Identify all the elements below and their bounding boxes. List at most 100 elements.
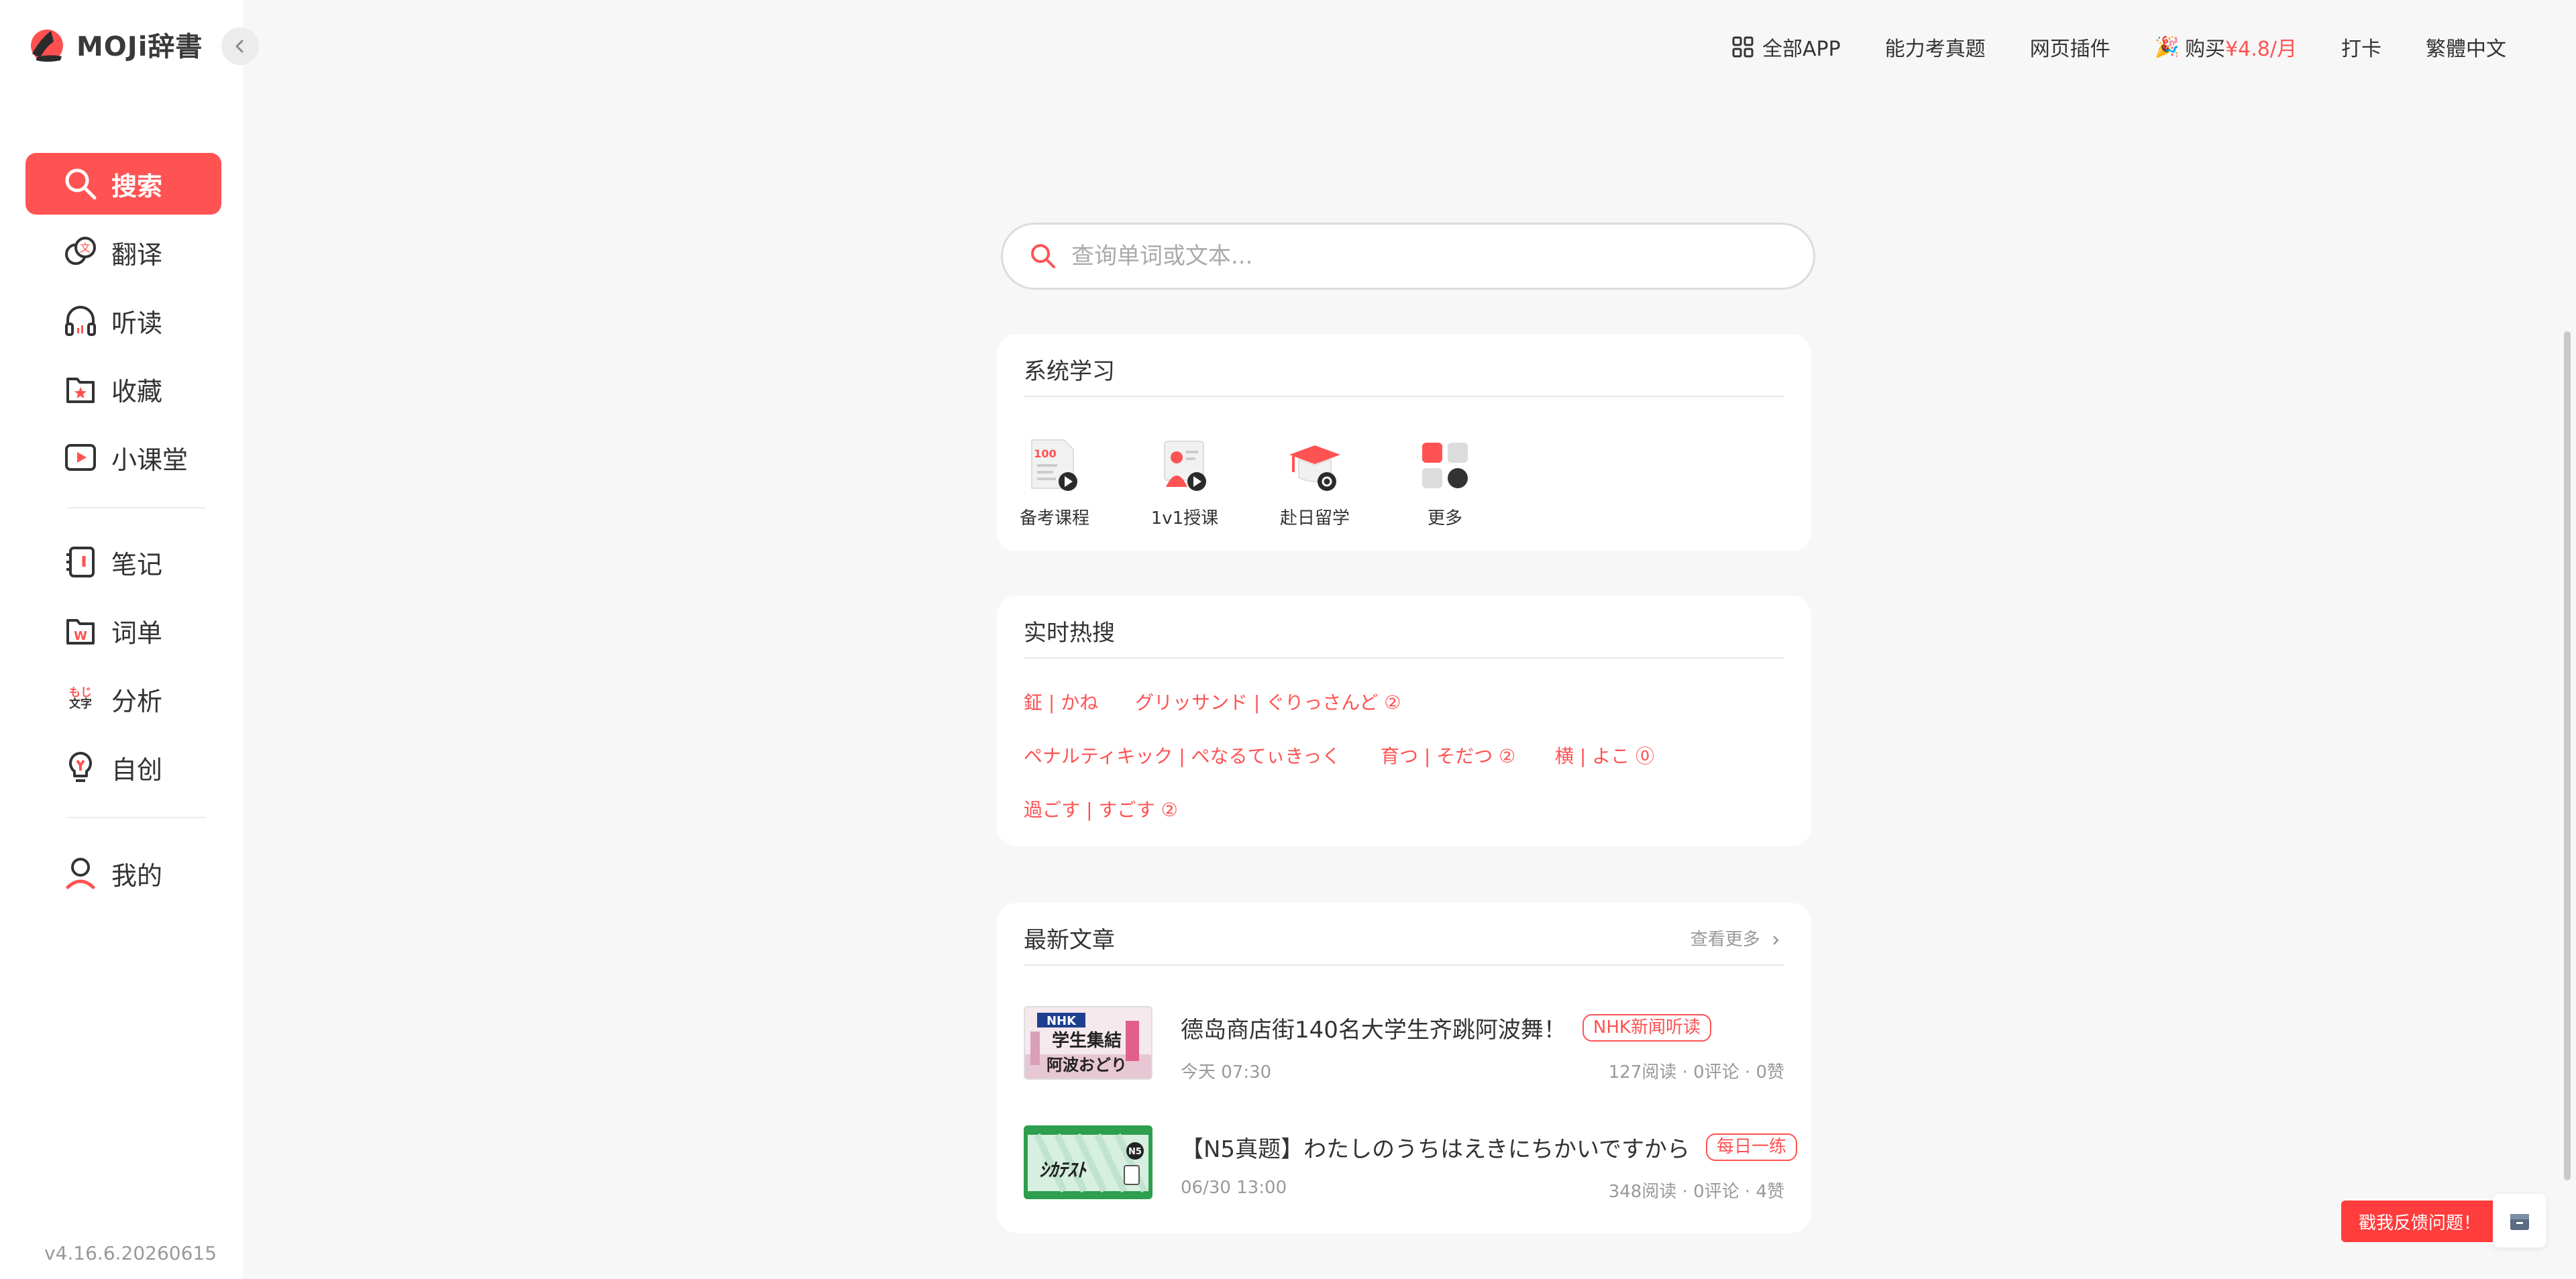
article-time: 06/30 13:00 [1181,1178,1287,1198]
hot-search-card: 实时热搜 鉦 | かね グリッサンド | ぐりっさんど ② ペナルティキック |… [997,596,1811,846]
language-label: 繁體中文 [2426,38,2506,61]
system-study-title: 系统学习 [1024,358,1115,385]
buy-link[interactable]: 🎉 购买 ¥4.8/月 [2155,32,2297,62]
chevron-left-icon [235,40,244,53]
sidebar-item-label: 小课堂 [111,445,189,475]
card-divider [1024,396,1784,397]
search-bar[interactable] [1001,223,1815,290]
article-tag[interactable]: NHK新闻听读 [1582,1014,1711,1042]
hot-search-word[interactable]: 鉦 | かね [1024,688,1098,715]
study-item-tutoring[interactable]: 1v1授课 [1144,433,1225,529]
moji-analysis-icon: もじ 文字 [60,679,101,719]
study-item-study-abroad[interactable]: 赴日留学 [1275,433,1355,529]
exam-link[interactable]: 能力考真题 [1885,32,1986,62]
study-item-exam-course[interactable]: 100 备考课程 [1014,433,1095,529]
article-item[interactable]: NHK 学生集結 阿波おどり 德岛商店街140名大学生齐跳阿波舞！ NHK新闻听… [1024,1006,1784,1082]
course-icon-number: 100 [1034,447,1056,460]
app-logo[interactable]: MOJi辞書 [27,24,203,64]
plugin-link[interactable]: 网页插件 [2030,32,2110,62]
hot-search-word[interactable]: 横 | よこ ⓪ [1555,742,1654,769]
grid-icon [1732,36,1754,58]
party-popper-icon: 🎉 [2154,35,2180,59]
thumb-level-badge: N5 [1128,1147,1142,1157]
study-item-label: 1v1授课 [1150,508,1219,529]
study-abroad-icon [1289,445,1340,491]
sidebar-item-label: 搜索 [111,171,163,201]
checkin-link[interactable]: 打卡 [2341,32,2381,62]
collapse-sidebar-button[interactable] [221,27,259,65]
system-study-card: 系统学习 100 备考课程 1v1授课 赴日留学 更多 [997,334,1811,551]
card-divider [1024,657,1784,659]
article-title: 【N5真题】わたしのうちはえきにちかいですから 每日一练 [1181,1131,1798,1164]
article-time: 今天 07:30 [1181,1062,1272,1082]
svg-text:W: W [74,629,87,643]
article-item[interactable]: ｼｶﾃｽﾄ N5 【N5真题】わたしのうちはえきにちかいですから 每日一练 06… [1024,1125,1798,1202]
sidebar-item-search[interactable]: 搜索 [25,153,221,215]
article-thumbnail: NHK 学生集結 阿波おどり [1024,1006,1152,1080]
thumb-brand-text: NHK [1046,1014,1077,1028]
sidebar-divider [67,507,205,508]
hot-search-word[interactable]: ペナルティキック | ぺなるてぃきっく [1024,742,1340,769]
sidebar-item-label: 笔记 [111,549,163,579]
sidebar-item-notes[interactable]: 笔记 [25,531,221,593]
search-input[interactable] [1071,243,1742,270]
sidebar: MOJi辞書 搜索 文 翻译 听读 收藏 小课堂 笔记 W 词单 もじ 文字 分… [0,0,243,1279]
all-apps-label: 全部APP [1762,38,1841,61]
sidebar-item-favorites[interactable]: 收藏 [25,358,221,420]
search-icon [60,164,101,204]
search-icon [1031,244,1055,268]
top-nav: 全部APP 能力考真题 网页插件 🎉 购买 ¥4.8/月 打卡 繁體中文 [1731,32,2506,62]
article-title: 德岛商店街140名大学生齐跳阿波舞！ NHK新闻听读 [1181,1011,1711,1044]
sidebar-item-analysis[interactable]: もじ 文字 分析 [25,668,221,730]
exam-label: 能力考真题 [1884,38,1986,61]
sidebar-item-listen[interactable]: 听读 [25,290,221,351]
sidebar-item-label: 翻译 [111,239,163,270]
sidebar-item-class[interactable]: 小课堂 [25,427,221,488]
study-item-label: 更多 [1427,508,1462,529]
hot-search-word[interactable]: グリッサンド | ぐりっさんど ② [1135,688,1401,715]
headphones-icon [60,300,101,341]
hot-search-word[interactable]: 過ごす | すごす ② [1024,795,1178,822]
sidebar-item-label: 我的 [111,860,163,891]
study-item-label: 备考课程 [1019,508,1089,529]
word-list-icon: W [60,610,101,651]
hot-search-word[interactable]: 育つ | そだつ ② [1381,742,1515,769]
sidebar-item-label: 听读 [111,308,163,338]
feedback-box-button[interactable] [2493,1194,2546,1247]
buy-price: ¥4.8/月 [2225,38,2297,61]
article-thumbnail: ｼｶﾃｽﾄ N5 [1024,1125,1152,1199]
svg-text:文: 文 [80,241,91,254]
lightbulb-icon [60,747,101,787]
thumb-headline-text: 学生集結 [1052,1030,1122,1051]
plugin-label: 网页插件 [2029,38,2110,61]
sidebar-item-create[interactable]: 自创 [25,736,221,798]
article-stats: 348阅读 · 0评论 · 4赞 [1608,1182,1784,1202]
scrollbar[interactable] [2564,331,2571,1180]
thumb-headline-text: ｼｶﾃｽﾄ [1039,1159,1087,1181]
buy-label: 购买 [2185,38,2226,61]
card-divider [1024,964,1784,966]
app-name: MOJi辞書 [76,32,203,62]
view-more-label: 查看更多 [1690,930,1760,950]
all-apps-link[interactable]: 全部APP [1731,32,1841,62]
study-item-more[interactable]: 更多 [1405,433,1485,529]
study-item-label: 赴日留学 [1279,508,1350,529]
more-apps-icon [1422,443,1468,488]
sidebar-item-translate[interactable]: 文 翻译 [25,221,221,283]
sidebar-item-profile[interactable]: 我的 [25,842,221,904]
sidebar-item-wordlist[interactable]: W 词单 [25,600,221,661]
video-play-icon [60,437,101,478]
feedback-button[interactable]: 戳我反馈问题！ [2341,1201,2507,1242]
language-switch[interactable]: 繁體中文 [2426,32,2506,62]
sidebar-item-label: 分析 [111,686,163,716]
hot-search-title: 实时热搜 [1024,620,1115,647]
article-title-text: 德岛商店街140名大学生齐跳阿波舞！ [1181,1017,1566,1044]
sidebar-divider [67,817,205,818]
feedback-label: 戳我反馈问题！ [2359,1213,2481,1233]
latest-articles-title: 最新文章 [1024,927,1115,954]
view-more-link[interactable]: 查看更多 [1690,926,1782,950]
sidebar-item-label: 自创 [111,755,163,785]
article-tag[interactable]: 每日一练 [1706,1133,1798,1161]
notebook-icon [60,542,101,582]
latest-articles-card: 最新文章 查看更多 NHK 学生集結 阿波おどり 德岛商店街140名大学生齐跳阿… [997,903,1811,1233]
